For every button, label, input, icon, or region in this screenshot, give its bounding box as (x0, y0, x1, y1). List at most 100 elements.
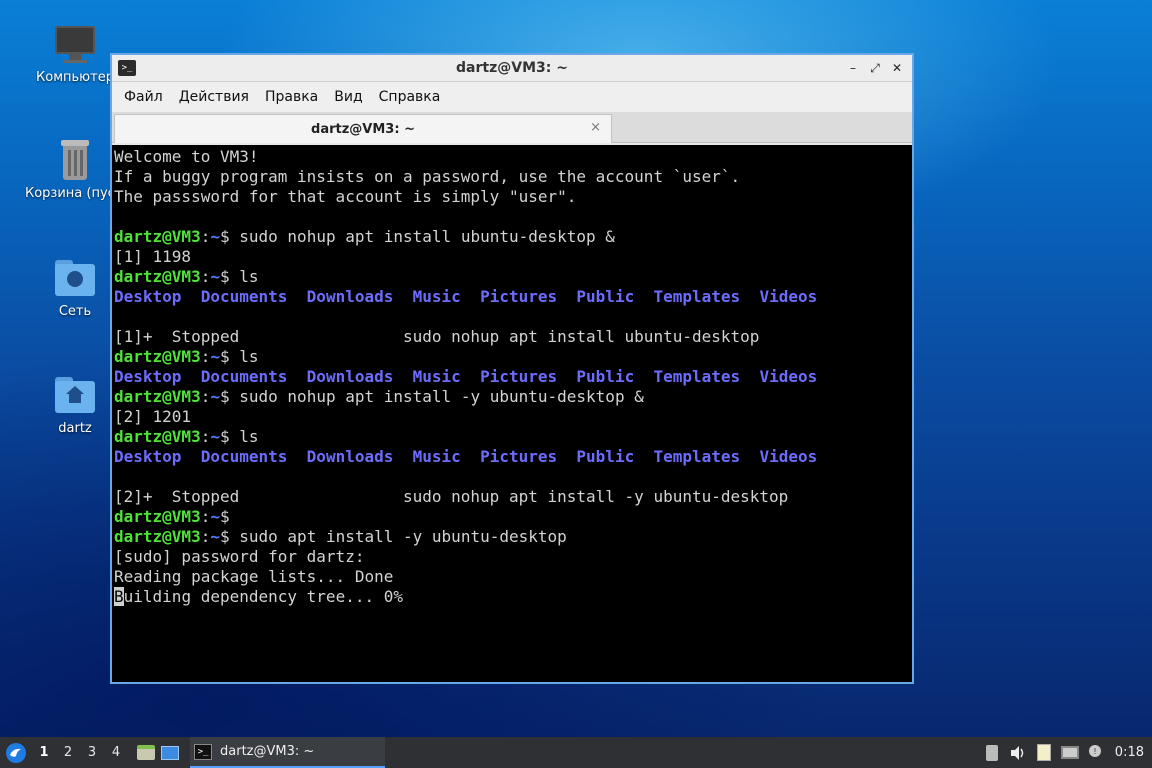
terminal-line: [1] 1198 (114, 247, 192, 266)
dir-entry: Pictures (480, 447, 558, 466)
window-title: dartz@VM3: ~ (456, 60, 568, 76)
network-folder-icon (53, 256, 97, 300)
prompt-colon: : (200, 267, 211, 286)
command-text: sudo apt install -y ubuntu-desktop (229, 527, 567, 546)
prompt-colon: : (200, 347, 211, 366)
dir-entry: Templates (653, 367, 741, 386)
dir-entry: Music (412, 367, 461, 386)
dir-entry: Downloads (306, 287, 394, 306)
tab-bar: dartz@VM3: ~ × (112, 112, 912, 143)
terminal-line: The passsword for that account is simply… (114, 187, 577, 206)
menu-file[interactable]: Файл (116, 89, 171, 105)
dir-entry: Videos (759, 287, 818, 306)
terminal-output[interactable]: Welcome to VM3! If a buggy program insis… (112, 145, 912, 682)
command-text: ls (229, 267, 259, 286)
prompt-user: dartz@VM3 (114, 527, 201, 546)
minimize-button[interactable]: – (844, 58, 862, 78)
prompt-path: ~ (210, 347, 220, 366)
dir-entry: Downloads (306, 367, 394, 386)
prompt-colon: : (200, 227, 211, 246)
taskbar: 1 2 3 4 >_ dartz@VM3: ~ ! 0:18 (0, 737, 1152, 768)
dir-entry: Documents (200, 447, 288, 466)
prompt-colon: : (200, 387, 211, 406)
dir-entry: Music (412, 447, 461, 466)
terminal-app-icon[interactable]: >_ (118, 60, 136, 76)
dir-entry: Templates (653, 287, 741, 306)
prompt-dollar: $ (219, 507, 230, 526)
prompt-path: ~ (210, 527, 220, 546)
terminal-line: dartz@VM3:~$ ls (114, 267, 910, 287)
desktop-icon-label: Сеть (58, 304, 92, 319)
dir-entry: Documents (200, 367, 288, 386)
start-menu-button[interactable] (0, 737, 32, 768)
menu-actions[interactable]: Действия (171, 89, 257, 105)
taskbar-task-terminal[interactable]: >_ dartz@VM3: ~ (190, 737, 385, 768)
menu-view[interactable]: Вид (326, 89, 370, 105)
clipboard-icon[interactable] (1031, 737, 1057, 768)
prompt-colon: : (200, 507, 211, 526)
computer-icon (53, 22, 97, 66)
menu-edit[interactable]: Правка (257, 89, 326, 105)
menubar: Файл Действия Правка Вид Справка (112, 82, 912, 112)
tab-title: dartz@VM3: ~ (311, 121, 415, 137)
network-icon[interactable] (1057, 737, 1083, 768)
prompt-user: dartz@VM3 (114, 267, 201, 286)
workspace-3[interactable]: 3 (80, 745, 104, 760)
notification-icon[interactable]: ! (1083, 737, 1109, 768)
prompt-user: dartz@VM3 (114, 507, 201, 526)
trash-icon (53, 138, 97, 182)
system-tray: ! 0:18 (979, 737, 1152, 768)
tab-terminal[interactable]: dartz@VM3: ~ × (114, 114, 612, 143)
tab-close-icon[interactable]: × (590, 120, 601, 135)
show-desktop-button[interactable] (158, 737, 182, 768)
terminal-line: dartz@VM3:~$ ls (114, 347, 910, 367)
ls-output: Desktop Documents Downloads Music Pictur… (114, 447, 910, 467)
terminal-line: Reading package lists... Done (114, 567, 394, 586)
prompt-user: dartz@VM3 (114, 227, 201, 246)
clock[interactable]: 0:18 (1109, 745, 1152, 760)
window-titlebar[interactable]: >_ dartz@VM3: ~ – ⤢ ✕ (112, 55, 912, 82)
menu-help[interactable]: Справка (371, 89, 449, 105)
file-manager-launcher[interactable] (134, 737, 158, 768)
desktop-icon (161, 745, 179, 760)
terminal-line: If a buggy program insists on a password… (114, 167, 741, 186)
prompt-user: dartz@VM3 (114, 347, 201, 366)
terminal-window[interactable]: >_ dartz@VM3: ~ – ⤢ ✕ Файл Действия Прав… (110, 53, 914, 684)
terminal-line: dartz@VM3:~$ sudo nohup apt install ubun… (114, 227, 910, 247)
text-cursor: B (114, 587, 124, 606)
prompt-user: dartz@VM3 (114, 427, 201, 446)
dir-entry: Desktop (114, 287, 182, 306)
volume-icon[interactable] (1005, 737, 1031, 768)
dir-entry: Public (576, 367, 635, 386)
workspace-4[interactable]: 4 (104, 745, 128, 760)
dir-entry: Public (576, 287, 635, 306)
workspace-1[interactable]: 1 (32, 745, 56, 760)
dir-entry: Documents (200, 287, 288, 306)
terminal-line: dartz@VM3:~$ sudo nohup apt install -y u… (114, 387, 910, 407)
prompt-dollar: $ (219, 347, 230, 366)
prompt-colon: : (200, 527, 211, 546)
command-text: sudo nohup apt install ubuntu-desktop & (229, 227, 615, 246)
prompt-dollar: $ (219, 267, 230, 286)
ls-output: Desktop Documents Downloads Music Pictur… (114, 287, 910, 307)
prompt-path: ~ (210, 227, 220, 246)
prompt-path: ~ (210, 507, 220, 526)
dir-entry: Public (576, 447, 635, 466)
update-notifier-icon[interactable] (979, 737, 1005, 768)
prompt-dollar: $ (219, 427, 230, 446)
terminal-line: [2]+ Stopped sudo nohup apt install -y u… (114, 487, 789, 506)
prompt-user: dartz@VM3 (114, 387, 201, 406)
dir-entry: Desktop (114, 367, 182, 386)
close-button[interactable]: ✕ (888, 58, 906, 78)
terminal-line: [sudo] password for dartz: (114, 547, 365, 566)
file-manager-icon (137, 745, 155, 760)
workspace-2[interactable]: 2 (56, 745, 80, 760)
prompt-dollar: $ (219, 387, 230, 406)
terminal-line: [2] 1201 (114, 407, 192, 426)
dir-entry: Pictures (480, 287, 558, 306)
dir-entry: Music (412, 287, 461, 306)
maximize-button[interactable]: ⤢ (866, 58, 884, 78)
